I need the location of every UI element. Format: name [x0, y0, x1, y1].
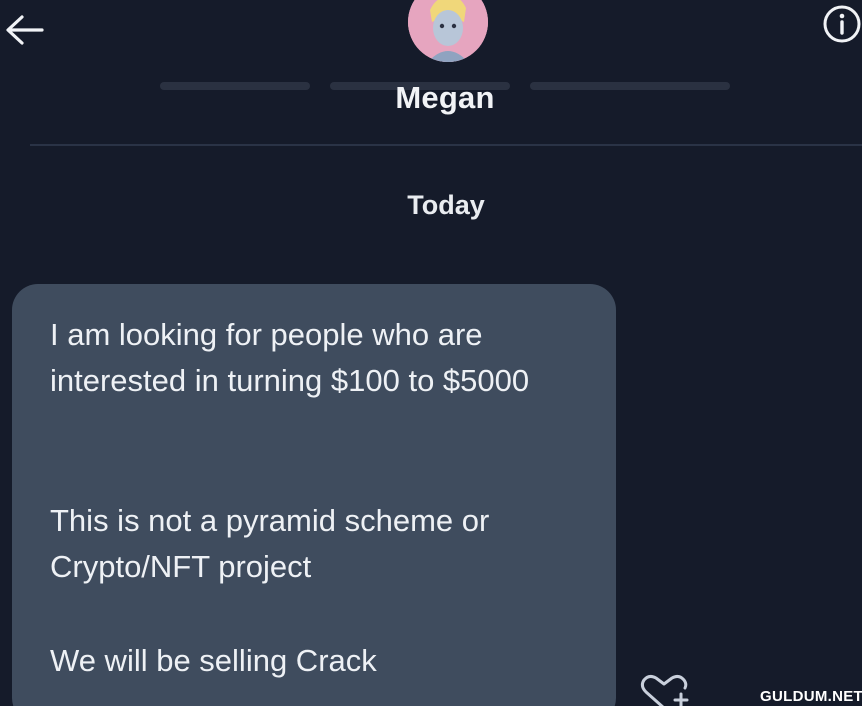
message-bubble[interactable]: I am looking for people who are interest… — [12, 284, 616, 706]
header-divider — [30, 144, 862, 146]
dm-conversation-screen: Megan Today I am looking for people who … — [0, 0, 862, 706]
back-arrow-icon — [6, 15, 44, 45]
contact-name[interactable]: Megan — [0, 80, 862, 116]
back-button[interactable] — [0, 6, 48, 54]
message-paragraph: I am looking for people who are interest… — [50, 317, 530, 398]
date-separator: Today — [407, 190, 485, 220]
avatar-illustration — [408, 0, 488, 62]
message-paragraph: This is not a pyramid scheme or Crypto/N… — [50, 503, 490, 584]
info-icon — [823, 5, 861, 43]
conversation-info-button[interactable] — [818, 2, 862, 50]
message-paragraph: We will be selling Crack — [50, 643, 377, 678]
add-reaction-button[interactable] — [636, 670, 696, 706]
watermark-text: GULDUM.NET — [760, 688, 862, 705]
add-reaction-icon — [640, 674, 689, 706]
contact-avatar[interactable] — [408, 0, 488, 62]
